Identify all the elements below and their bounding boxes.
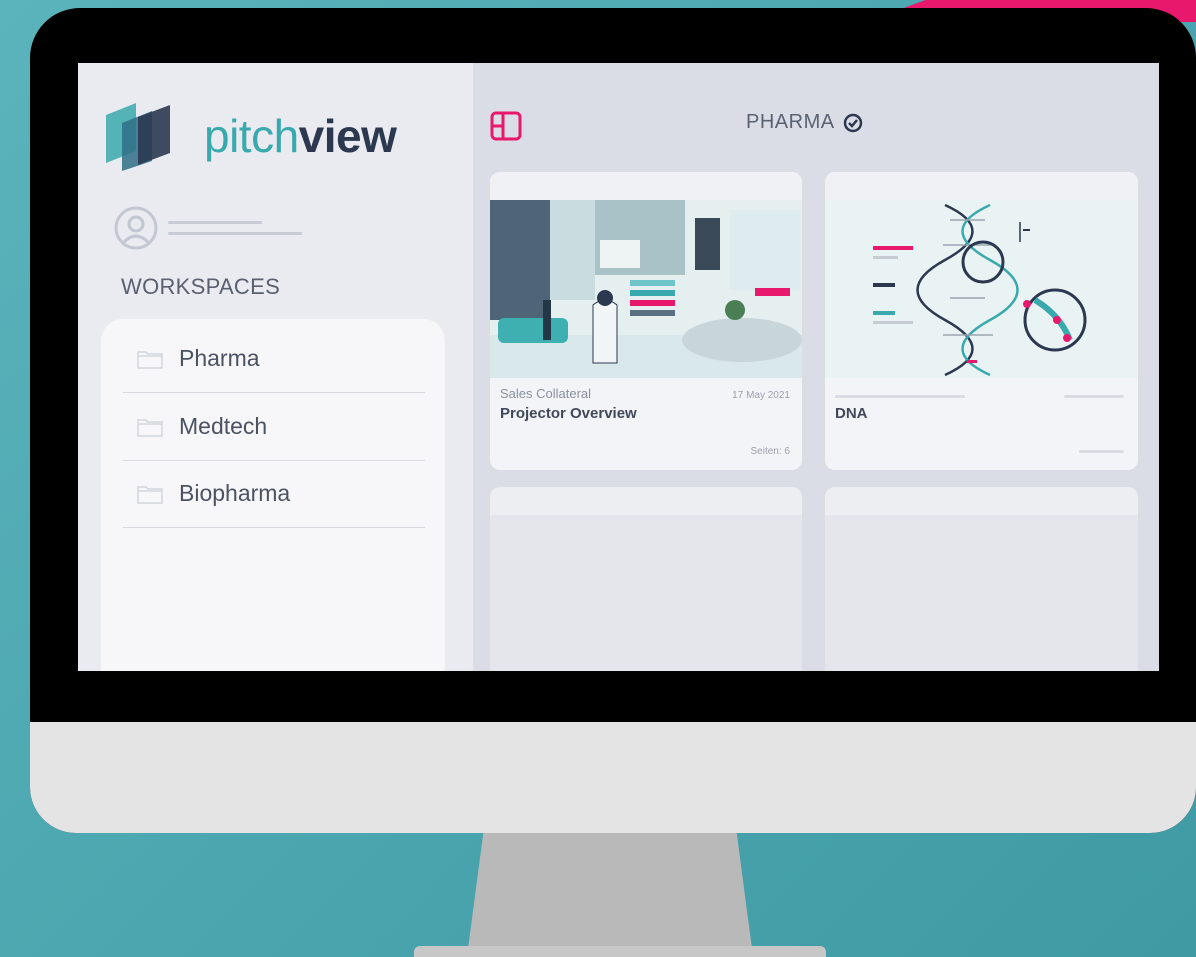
sidebar-item-medtech[interactable]: Medtech	[123, 393, 425, 461]
card-header-strip	[490, 172, 802, 200]
avatar-icon	[114, 206, 158, 250]
card-title: DNA	[835, 405, 868, 422]
folder-icon	[137, 485, 163, 504]
sidebar-item-pharma[interactable]: Pharma	[123, 325, 425, 393]
workspaces-list: Pharma Medtech Biopharma	[101, 319, 445, 671]
card-header-strip	[825, 172, 1138, 200]
user-profile[interactable]	[114, 206, 302, 250]
folder-icon	[137, 350, 163, 369]
presentation-card-placeholder	[490, 487, 802, 671]
workspaces-heading: WORKSPACES	[121, 274, 281, 299]
logo-icon	[106, 103, 170, 171]
sidebar-item-label: Biopharma	[179, 480, 291, 506]
card-page-count: Seiten: 6	[750, 446, 790, 457]
sidebar: pitchview WORKSPACES Pharma Medtech Biop…	[78, 63, 473, 671]
presentation-card[interactable]: Sales Collateral 17 May 2021 Projector O…	[490, 172, 802, 470]
presentation-card[interactable]: DNA	[825, 172, 1138, 470]
card-thumbnail-image	[490, 200, 802, 378]
card-category-placeholder	[835, 395, 965, 398]
monitor-stand	[466, 833, 754, 957]
logo-text-bold: view	[298, 110, 397, 162]
monitor-stand-base	[414, 946, 826, 957]
layout-toggle-icon[interactable]	[490, 111, 522, 141]
logo-wordmark: pitchview	[204, 110, 397, 162]
main-content: PHARMA Sales Collateral 17 May 2021 Proj…	[473, 63, 1159, 671]
app-screen: pitchview WORKSPACES Pharma Medtech Biop…	[78, 63, 1159, 671]
check-circle-icon	[843, 113, 862, 132]
sidebar-item-label: Pharma	[179, 345, 260, 371]
user-name-placeholder	[168, 221, 302, 235]
monitor-chin	[30, 722, 1196, 833]
card-category: Sales Collateral	[500, 386, 592, 401]
card-page-count-placeholder	[1079, 450, 1124, 453]
presentation-card-placeholder	[825, 487, 1138, 671]
monitor-frame: pitchview WORKSPACES Pharma Medtech Biop…	[30, 8, 1196, 833]
folder-icon	[137, 418, 163, 437]
card-thumbnail-image	[825, 200, 1138, 378]
sidebar-item-label: Medtech	[179, 413, 268, 439]
logo-text-light: pitch	[204, 110, 299, 162]
card-date-placeholder	[1064, 395, 1124, 398]
workspace-name: PHARMA	[746, 111, 835, 133]
workspace-title: PHARMA	[746, 111, 863, 134]
card-title: Projector Overview	[500, 405, 637, 422]
card-date: 17 May 2021	[732, 390, 790, 401]
app-logo[interactable]: pitchview	[104, 101, 397, 171]
sidebar-item-biopharma[interactable]: Biopharma	[123, 460, 425, 528]
